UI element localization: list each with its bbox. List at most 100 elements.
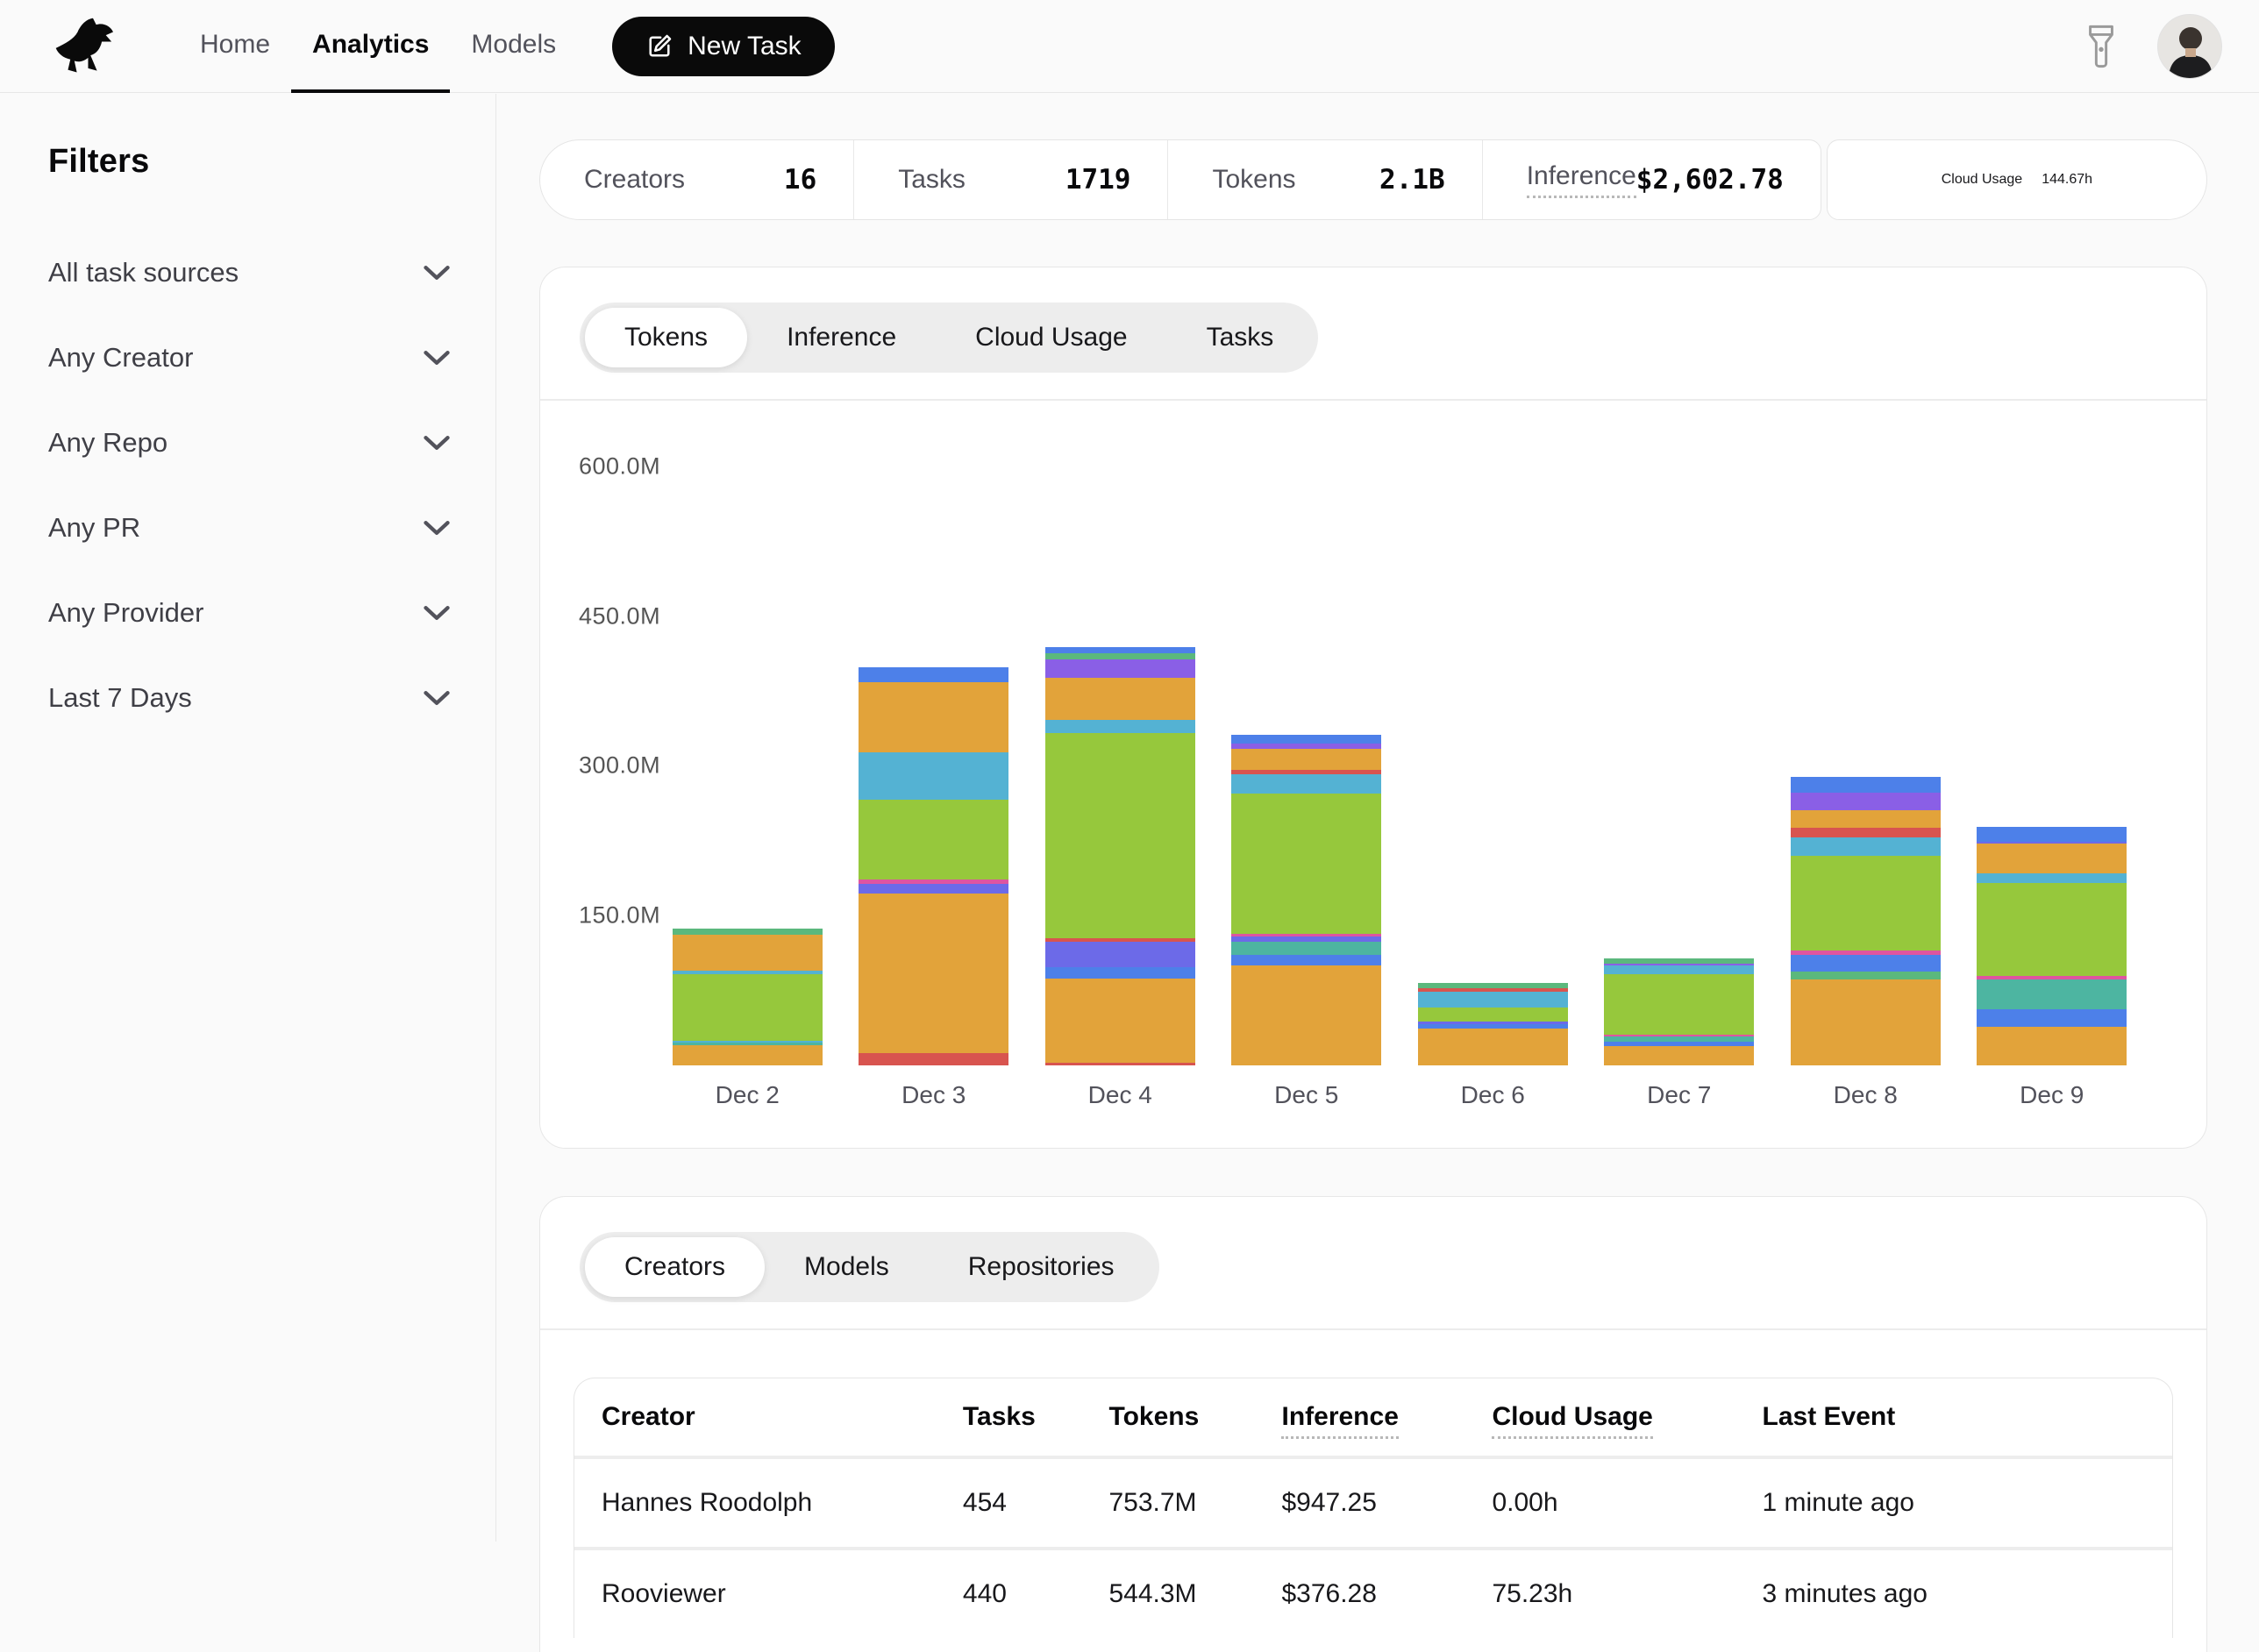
creators-table: CreatorTasksTokensInferenceCloud UsageLa… <box>574 1378 2173 1638</box>
chart-tab-cloud-usage[interactable]: Cloud Usage <box>936 308 1166 367</box>
nav-link-analytics[interactable]: Analytics <box>291 0 450 93</box>
filter-label: Any Provider <box>48 597 203 629</box>
stats-row: Creators16Tasks1719Tokens2.1BInference$2… <box>539 139 2207 220</box>
x-label-dec-3: Dec 3 <box>841 1081 1028 1109</box>
bar-segment-orange <box>1977 844 2127 873</box>
nav-link-models[interactable]: Models <box>450 0 577 93</box>
chevron-down-icon <box>424 350 450 366</box>
chart-tab-inference[interactable]: Inference <box>747 308 936 367</box>
stat-label[interactable]: Cloud Usage <box>1942 172 2023 188</box>
user-avatar[interactable] <box>2157 14 2222 79</box>
bar-segment-red <box>1791 828 1941 837</box>
top-navigation: HomeAnalyticsModels New Task <box>0 0 2259 93</box>
y-tick-600.0M: 600.0M <box>579 452 660 480</box>
filters-sidebar: Filters All task sources Any Creator Any R… <box>0 94 496 1542</box>
avatar-image <box>2158 15 2222 79</box>
bar-segment-lightBlue <box>1791 837 1941 855</box>
filter-any-creator[interactable]: Any Creator <box>48 315 450 400</box>
chart-tabs: TokensInferenceCloud UsageTasks <box>580 303 1318 373</box>
stat-value: $2,602.78 <box>1636 164 1784 196</box>
filter-any-repo[interactable]: Any Repo <box>48 400 450 485</box>
stat-value: 16 <box>784 164 816 196</box>
cell-cloud-usage: 75.23h <box>1492 1579 1762 1609</box>
kangaroo-icon <box>53 13 133 80</box>
column-header-last-event: Last Event <box>1763 1402 2172 1432</box>
bar-segment-lightBlue <box>859 752 1008 801</box>
filter-any-pr[interactable]: Any PR <box>48 485 450 570</box>
stacked-bar-dec-2[interactable] <box>673 929 823 1065</box>
bar-segment-violet <box>1791 793 1941 809</box>
bar-segment-royalBlue <box>1791 955 1941 972</box>
stacked-bar-dec-4[interactable] <box>1045 647 1195 1065</box>
table-tab-repositories[interactable]: Repositories <box>929 1237 1154 1297</box>
chart-tab-tasks[interactable]: Tasks <box>1167 308 1314 367</box>
cell-creator: Hannes Roodolph <box>602 1488 963 1518</box>
table-row-rooviewer[interactable]: Rooviewer440544.3M$376.2875.23h3 minutes… <box>574 1547 2172 1638</box>
chevron-down-icon <box>424 690 450 706</box>
chart-tab-tokens[interactable]: Tokens <box>585 308 747 367</box>
stat-card-tokens: Tokens2.1B <box>1167 140 1481 219</box>
chevron-down-icon <box>424 435 450 451</box>
column-header-inference[interactable]: Inference <box>1281 1402 1492 1432</box>
table-tab-creators[interactable]: Creators <box>585 1237 765 1297</box>
stat-label[interactable]: Inference <box>1527 161 1636 198</box>
bar-segment-green <box>1791 856 1941 951</box>
kangaroo-logo[interactable] <box>53 13 133 80</box>
stacked-bar-dec-9[interactable] <box>1977 827 2127 1065</box>
stacked-bar-dec-6[interactable] <box>1418 983 1568 1065</box>
bar-slot-dec-3 <box>841 417 1028 1065</box>
nav-links: HomeAnalyticsModels <box>179 0 577 93</box>
bar-segment-royalBlue <box>1791 777 1941 793</box>
bar-segment-lightBlue <box>1045 720 1195 733</box>
bar-segment-orange <box>1045 979 1195 1063</box>
bar-segment-orange <box>1418 1029 1568 1065</box>
bar-segment-orange <box>1791 979 1941 1065</box>
stacked-bar-dec-8[interactable] <box>1791 777 1941 1065</box>
filter-label: Any Repo <box>48 427 167 459</box>
bar-slot-dec-8 <box>1772 417 1959 1065</box>
stacked-bar-dec-5[interactable] <box>1231 735 1381 1065</box>
stats-group: Creators16Tasks1719Tokens2.1BInference$2… <box>539 139 1821 220</box>
table-row-hannes-roodolph[interactable]: Hannes Roodolph454753.7M$947.250.00h1 mi… <box>574 1456 2172 1547</box>
bar-segment-orange <box>1045 678 1195 720</box>
bar-segment-orange <box>1977 1027 2127 1065</box>
bar-segment-royalBlue <box>1977 1009 2127 1026</box>
bar-segment-lightBlue <box>1977 873 2127 882</box>
chart-x-axis: Dec 2Dec 3Dec 4Dec 5Dec 6Dec 7Dec 8Dec 9 <box>654 1081 2145 1144</box>
flashlight-icon[interactable] <box>2084 24 2119 69</box>
bar-segment-lightBlue <box>1604 965 1754 974</box>
filter-label: All task sources <box>48 257 239 288</box>
filter-all-task-sources[interactable]: All task sources <box>48 230 450 315</box>
bar-segment-royalBlue <box>1231 735 1381 744</box>
filter-last-7-days[interactable]: Last 7 Days <box>48 655 450 740</box>
filter-list: All task sources Any Creator Any Repo Any P… <box>48 230 450 740</box>
bar-segment-green <box>859 800 1008 879</box>
chart-card: TokensInferenceCloud UsageTasks 150.0M30… <box>539 267 2207 1149</box>
filters-title: Filters <box>48 143 450 181</box>
stacked-bar-dec-3[interactable] <box>859 667 1008 1065</box>
bar-segment-orange <box>1231 965 1381 1065</box>
x-label-dec-4: Dec 4 <box>1027 1081 1214 1109</box>
cell-last-event: 3 minutes ago <box>1763 1579 2172 1609</box>
table-tab-models[interactable]: Models <box>765 1237 929 1297</box>
y-tick-450.0M: 450.0M <box>579 602 660 630</box>
bar-slot-dec-6 <box>1400 417 1586 1065</box>
bar-segment-royalBlue <box>1045 967 1195 979</box>
bar-segment-green <box>673 974 823 1040</box>
chevron-down-icon <box>424 520 450 536</box>
tokens-chart: 150.0M300.0M450.0M600.0M Dec 2Dec 3Dec 4… <box>540 401 2206 1144</box>
bar-segment-orange <box>859 682 1008 752</box>
bar-slot-dec-4 <box>1027 417 1214 1065</box>
nav-right <box>2084 14 2222 79</box>
nav-link-home[interactable]: Home <box>179 0 291 93</box>
stacked-bar-dec-7[interactable] <box>1604 958 1754 1065</box>
leaderboard-card: CreatorsModelsRepositories CreatorTasksT… <box>539 1196 2207 1652</box>
filter-any-provider[interactable]: Any Provider <box>48 570 450 655</box>
stat-value: 1719 <box>1065 164 1131 196</box>
stat-label: Tasks <box>898 165 966 195</box>
stat-label: Tokens <box>1212 165 1295 195</box>
new-task-button[interactable]: New Task <box>612 17 835 76</box>
x-label-dec-6: Dec 6 <box>1400 1081 1586 1109</box>
column-header-cloud-usage[interactable]: Cloud Usage <box>1492 1402 1762 1432</box>
cell-inference: $947.25 <box>1281 1488 1492 1518</box>
